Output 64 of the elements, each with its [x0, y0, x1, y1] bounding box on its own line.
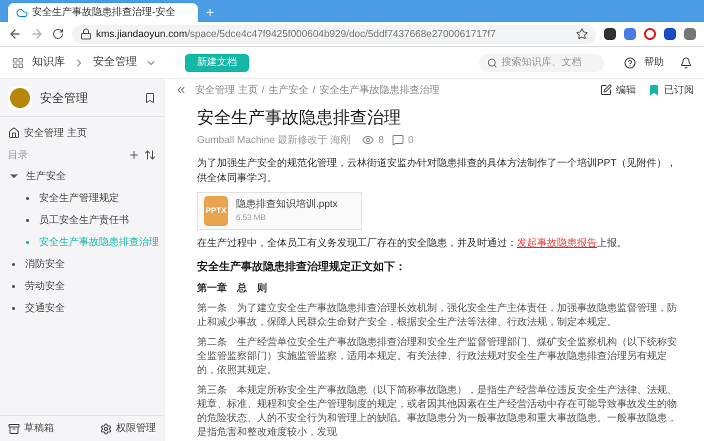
breadcrumb-link[interactable]: 知识库 — [32, 54, 65, 71]
tree-item[interactable]: 交通安全 — [25, 300, 65, 316]
footer-link[interactable]: 草稿箱 — [24, 421, 54, 436]
article-paragraph: 第一条 为了建立安全生产事故隐患排查治理长效机制，强化安全生产主体责任，加强事故隐患监督管理，防止和减少事故，保障人民群众生命财产安全，根据安全生产法等法律、行政法规，制定本规定。 — [197, 302, 678, 330]
star-icon[interactable] — [576, 28, 588, 40]
bell-icon[interactable] — [680, 56, 692, 68]
url-text: kms.jiandaoyun.com/space/5dce4c47f9425f000604b929/doc/5ddf7437668e2700061717f7 — [96, 28, 496, 42]
home-icon — [8, 127, 20, 139]
edit-icon — [600, 84, 612, 96]
help-icon[interactable] — [624, 56, 636, 68]
settings-icon — [100, 422, 112, 434]
chapter-heading: 第一章 总 则 — [197, 281, 268, 296]
cloud-icon — [16, 6, 28, 18]
breadcrumb-link[interactable]: 安全管理 主页 — [195, 82, 258, 98]
file-size: 6.53 MB — [236, 212, 267, 224]
comment-count: 0 — [408, 134, 414, 148]
footer-link[interactable]: 权限管理 — [116, 421, 156, 436]
search-field[interactable]: 搜索知识库、文档 — [479, 54, 604, 72]
edit-link[interactable]: 编辑 — [616, 82, 636, 98]
reload-icon[interactable] — [52, 28, 64, 40]
author: Gumball Machine 最新修改于 海刚 — [197, 134, 350, 148]
intro-paragraph: 为了加强生产安全的规范化管理，云林街道安监办针对隐患排查的具体方法制作了一个培训PPT（见附件），供全体同事学习。 — [197, 156, 678, 186]
sort-icon[interactable] — [144, 149, 156, 161]
tree-item[interactable]: 劳动安全 — [25, 278, 65, 294]
extension-icon[interactable] — [664, 28, 676, 40]
article-paragraph: 第二条 生产经营单位安全生产事故隐患排查治理和安全生产监督管理部门、煤矿安全监察机构（以下统称安全监管监察部门）实施监管监察，适用本规定。有关法律、行政法规对安全生产事故隐患排查治理另有规定的，依照其规定。 — [197, 336, 678, 378]
avatar — [8, 86, 32, 110]
tab-title: 安全生产事故隐患排查治理-安全 — [32, 6, 176, 20]
comment-icon — [392, 134, 404, 146]
article-paragraph: 第三条 本规定所称安全生产事故隐患（以下简称事故隐患），是指生产经营单位违反安全生产法律、法规、规章、标准、规程和安全生产管理制度的规定，或者因其他因素在生产经营活动中存在可能导致事故发生的物的危险状态、人的不安全行为和管理上的缺陷。事故隐患分为一般事故隐患和重大事故隐患。一般事故隐患，是指危害和整改难度较小，发现 — [197, 384, 678, 440]
grid-icon[interactable] — [12, 56, 24, 68]
browser-tab[interactable]: 安全生产事故隐患排查治理-安全 — [8, 3, 198, 22]
home-link[interactable]: 安全管理 主页 — [24, 126, 87, 140]
help-link[interactable]: 帮助 — [644, 55, 664, 70]
attachment-card[interactable]: PPTX 隐患排查知识培训.pptx 6.53 MB — [197, 192, 362, 230]
bookmark-icon[interactable] — [144, 92, 156, 104]
search-icon — [487, 56, 498, 68]
pptx-file-icon: PPTX — [204, 196, 228, 226]
back-icon[interactable] — [8, 27, 22, 41]
url-field[interactable]: kms.jiandaoyun.com/space/5dce4c47f9425f000604b929/doc/5ddf7437668e2700061717f7 — [72, 24, 596, 44]
tree-item[interactable]: 员工安全生产责任书 — [39, 212, 129, 228]
breadcrumb-link[interactable]: 安全生产事故隐患排查治理 — [319, 82, 440, 98]
file-name: 隐患排查知识培训.pptx — [236, 198, 338, 212]
collapse-icon[interactable] — [175, 84, 187, 96]
space-name: 安全管理 — [40, 90, 88, 106]
subscribe-link[interactable]: 已订阅 — [664, 82, 694, 98]
breadcrumb-link[interactable]: 安全管理 — [93, 54, 137, 71]
eye-icon — [362, 134, 374, 146]
tree-item[interactable]: 安全生产管理规定 — [39, 190, 119, 206]
add-icon[interactable] — [128, 149, 140, 161]
breadcrumb-separator: / — [262, 84, 265, 98]
document-title: 安全生产事故隐患排查治理 — [197, 107, 402, 129]
archive-icon — [8, 422, 20, 434]
section-heading: 安全生产事故隐患排查治理规定正文如下： — [197, 260, 407, 274]
toc-label: 目录 — [8, 148, 28, 162]
report-paragraph: 在生产过程中，全体员工有义务发现工厂存在的安全隐患，并及时通过：发起事故隐患报告上报。 — [197, 236, 628, 250]
view-count: 8 — [378, 134, 384, 148]
report-link[interactable]: 发起事故隐患报告 — [517, 238, 597, 248]
lock-icon — [80, 28, 92, 40]
breadcrumb-separator: / — [312, 84, 316, 98]
breadcrumb-link[interactable]: 生产安全 — [268, 82, 309, 98]
extension-icon[interactable] — [604, 28, 616, 40]
tree-item[interactable]: 生产安全 — [26, 168, 66, 184]
tree-item[interactable]: 消防安全 — [25, 256, 65, 272]
